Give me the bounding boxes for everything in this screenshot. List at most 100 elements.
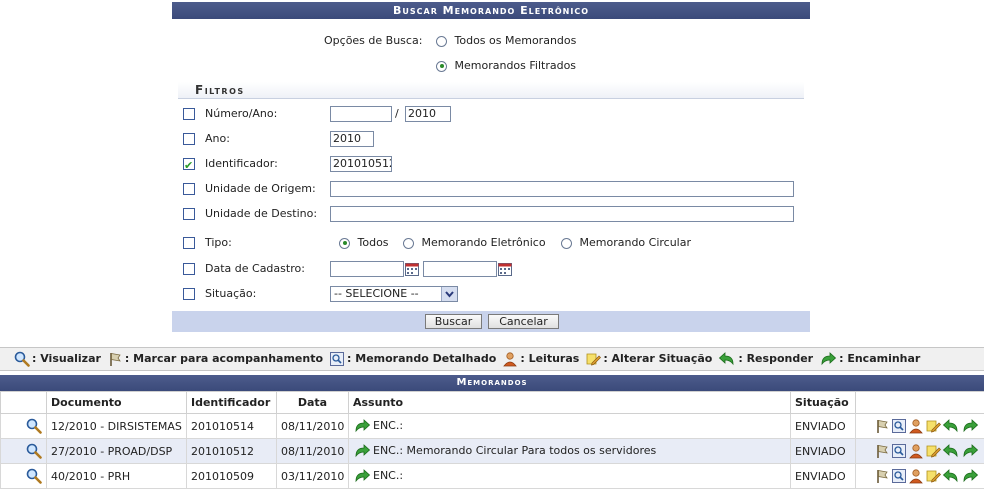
legend-item: : Visualizar (14, 348, 101, 370)
detail-icon[interactable] (891, 443, 907, 459)
chevron-down-icon (441, 287, 457, 301)
assunto-cell: ENC.: Memorando Circular Para todos os s… (348, 438, 791, 464)
person-icon[interactable] (908, 443, 924, 459)
legend-item: : Alterar Situação (585, 348, 712, 370)
tipo-todos-radio[interactable] (339, 237, 350, 249)
option-filtered-radio[interactable] (436, 60, 447, 72)
destino-input[interactable] (330, 206, 794, 222)
icon-legend: : Visualizar : Marcar para acompanhamento… (0, 347, 984, 371)
data-cell: 08/11/2010 (276, 438, 349, 464)
col-situacao: Situação (790, 391, 856, 414)
option-all-radio[interactable] (436, 35, 447, 47)
destino-checkbox[interactable] (183, 208, 195, 220)
situacao-checkbox[interactable] (183, 288, 195, 300)
tipo-todos-option[interactable]: Todos (339, 233, 389, 253)
actions-cell (855, 438, 984, 464)
forward-icon (353, 468, 371, 484)
filter-row-numero: Número/Ano: / 2010 (182, 104, 802, 124)
person-icon[interactable] (908, 418, 924, 434)
tipo-eletronico-option[interactable]: Memorando Eletrônico (403, 233, 546, 253)
origem-input[interactable] (330, 181, 794, 197)
memo-list: Memorandos Documento Identificador Data … (0, 375, 984, 489)
forward-icon[interactable] (961, 443, 979, 459)
detail-icon[interactable] (891, 418, 907, 434)
situacao-select[interactable]: -- SELECIONE -- (330, 286, 458, 302)
identificador-cell: 201010514 (186, 413, 277, 439)
legend-item: : Memorando Detalhado (329, 348, 496, 370)
flag-icon[interactable] (874, 418, 890, 434)
filters-header: Filtros (178, 82, 804, 99)
numero-input[interactable] (330, 106, 392, 122)
person-icon[interactable] (908, 468, 924, 484)
detail-icon (329, 351, 345, 367)
view-cell (0, 413, 47, 439)
magnifier-icon[interactable] (26, 418, 42, 434)
option-filtered-memos[interactable]: Memorandos Filtrados (436, 59, 576, 72)
assunto-text: ENC.: (373, 419, 404, 432)
documento-cell: 12/2010 - DIRSISTEMAS (46, 413, 187, 439)
reply-icon (718, 351, 736, 367)
flag-icon[interactable] (874, 443, 890, 459)
magnifier-icon[interactable] (26, 468, 42, 484)
view-cell (0, 438, 47, 464)
calendar-icon[interactable] (498, 263, 512, 276)
option-all-label: Todos os Memorandos (454, 34, 577, 47)
forward-icon (353, 418, 371, 434)
legend-label: : Marcar para acompanhamento (124, 352, 324, 365)
data-end-input[interactable] (423, 261, 497, 277)
search-options-label: Opções de Busca: (324, 34, 423, 47)
reply-icon[interactable] (942, 418, 960, 434)
documento-cell: 27/2010 - PROAD/DSP (46, 438, 187, 464)
forward-icon[interactable] (961, 468, 979, 484)
tipo-todos-label: Todos (357, 236, 389, 249)
ano-input[interactable]: 2010 (330, 131, 374, 147)
filter-row-identificador: Identificador: 201010512 (182, 154, 802, 176)
data-start-input[interactable] (330, 261, 404, 277)
assunto-cell: ENC.: (348, 413, 791, 439)
cancelar-button[interactable]: Cancelar (488, 314, 559, 329)
tipo-eletronico-radio[interactable] (403, 237, 414, 249)
filter-row-destino: Unidade de Destino: (182, 204, 802, 224)
calendar-icon[interactable] (405, 263, 419, 276)
identificador-cell: 201010512 (186, 438, 277, 464)
data-checkbox[interactable] (183, 263, 195, 275)
table-header-row: Documento Identificador Data Assunto Sit… (0, 391, 984, 414)
tipo-circular-option[interactable]: Memorando Circular (561, 233, 691, 253)
numero-year-input[interactable]: 2010 (405, 106, 451, 122)
ano-checkbox[interactable] (183, 133, 195, 145)
tipo-circular-radio[interactable] (561, 237, 572, 249)
magnifier-icon[interactable] (26, 443, 42, 459)
numero-checkbox[interactable] (183, 108, 195, 120)
situacao-select-value: -- SELECIONE -- (334, 287, 419, 300)
legend-label: : Visualizar (32, 352, 101, 365)
identificador-input[interactable]: 201010512 (330, 156, 392, 172)
numero-separator: / (395, 107, 399, 120)
detail-icon[interactable] (891, 468, 907, 484)
reply-icon[interactable] (942, 468, 960, 484)
edit-note-icon[interactable] (925, 468, 941, 484)
tipo-checkbox[interactable] (183, 237, 195, 249)
legend-label: : Memorando Detalhado (347, 352, 497, 365)
actions-cell (855, 463, 984, 489)
filter-row-situacao: Situação: -- SELECIONE -- (182, 284, 802, 304)
flag-icon (107, 351, 123, 367)
ano-label: Ano: (205, 132, 230, 145)
flag-icon[interactable] (874, 468, 890, 484)
col-data: Data (276, 391, 349, 414)
search-form-footer: Buscar Cancelar (172, 311, 810, 332)
col-assunto: Assunto (348, 391, 791, 414)
reply-icon[interactable] (942, 443, 960, 459)
tipo-label: Tipo: (205, 236, 232, 249)
filter-row-data: Data de Cadastro: (182, 259, 802, 279)
situacao-cell: ENVIADO (790, 438, 856, 464)
legend-item: : Marcar para acompanhamento (107, 348, 323, 370)
buscar-button[interactable]: Buscar (425, 314, 482, 329)
identificador-checkbox[interactable] (183, 156, 195, 176)
edit-note-icon[interactable] (925, 443, 941, 459)
legend-item: : Leituras (502, 348, 579, 370)
origem-checkbox[interactable] (183, 183, 195, 195)
forward-icon[interactable] (961, 418, 979, 434)
edit-note-icon[interactable] (925, 418, 941, 434)
option-all-memos[interactable]: Todos os Memorandos (436, 34, 576, 47)
situacao-cell: ENVIADO (790, 463, 856, 489)
